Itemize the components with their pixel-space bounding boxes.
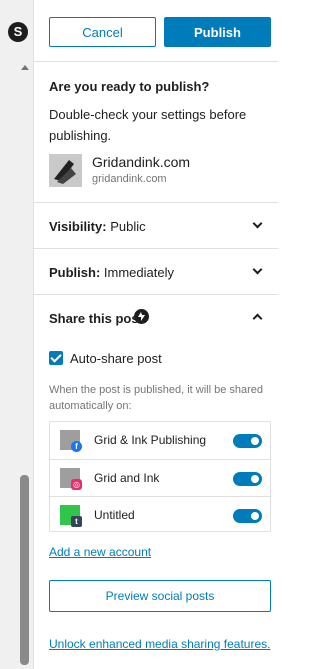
preview-social-posts-button[interactable]: Preview social posts bbox=[49, 580, 271, 612]
visibility-label: Visibility: bbox=[49, 219, 107, 234]
facebook-icon: f bbox=[71, 441, 82, 452]
scroll-up-arrow-icon[interactable] bbox=[21, 65, 29, 70]
social-account-item: ◎ Grid and Ink bbox=[50, 459, 270, 496]
prepublish-description: Double-check your settings before publis… bbox=[49, 107, 247, 143]
visibility-row[interactable]: Visibility: Public bbox=[34, 202, 278, 248]
tumblr-icon: t bbox=[71, 516, 82, 527]
publish-time-row[interactable]: Publish: Immediately bbox=[34, 248, 278, 294]
visibility-value: Public bbox=[110, 219, 146, 234]
panel-header: Cancel Publish bbox=[34, 0, 278, 62]
site-name: Gridandink.com bbox=[92, 154, 191, 170]
cancel-button[interactable]: Cancel bbox=[49, 17, 156, 47]
publish-time-value: Immediately bbox=[103, 265, 174, 280]
share-title[interactable]: Share this post bbox=[49, 311, 143, 326]
site-icon bbox=[49, 154, 82, 187]
account-name: Grid and Ink bbox=[94, 471, 160, 485]
prepublish-panel: Cancel Publish Are you ready to publish?… bbox=[34, 0, 278, 669]
site-url: gridandink.com bbox=[92, 173, 167, 185]
account-share-toggle[interactable] bbox=[233, 509, 262, 523]
scrollbar-thumb[interactable] bbox=[20, 475, 29, 665]
social-accounts-list: f Grid & Ink Publishing ◎ Grid and Ink t… bbox=[49, 421, 271, 532]
chevron-up-icon[interactable] bbox=[252, 313, 263, 324]
publish-button[interactable]: Publish bbox=[164, 17, 271, 47]
instagram-icon: ◎ bbox=[71, 479, 82, 490]
unlock-features-link[interactable]: Unlock enhanced media sharing features. bbox=[49, 637, 270, 651]
jetpack-logo-icon[interactable]: S bbox=[8, 22, 28, 42]
social-account-item: t Untitled bbox=[50, 496, 270, 533]
chevron-down-icon bbox=[252, 218, 263, 229]
account-name: Untitled bbox=[94, 508, 135, 522]
add-account-link[interactable]: Add a new account bbox=[49, 545, 151, 559]
autoshare-checkbox[interactable] bbox=[49, 351, 63, 365]
chevron-down-icon bbox=[252, 264, 263, 275]
prepublish-title: Are you ready to publish? bbox=[49, 79, 210, 94]
autoshare-note: When the post is published, it will be s… bbox=[49, 384, 264, 412]
account-share-toggle[interactable] bbox=[233, 434, 262, 448]
account-share-toggle[interactable] bbox=[233, 472, 262, 486]
publish-time-label: Publish: bbox=[49, 265, 101, 280]
account-name: Grid & Ink Publishing bbox=[94, 433, 207, 447]
jetpack-bolt-icon bbox=[134, 309, 149, 324]
editor-side-rail: S bbox=[0, 0, 34, 669]
social-account-item: f Grid & Ink Publishing bbox=[50, 422, 270, 459]
autoshare-label: Auto-share post bbox=[70, 351, 162, 366]
